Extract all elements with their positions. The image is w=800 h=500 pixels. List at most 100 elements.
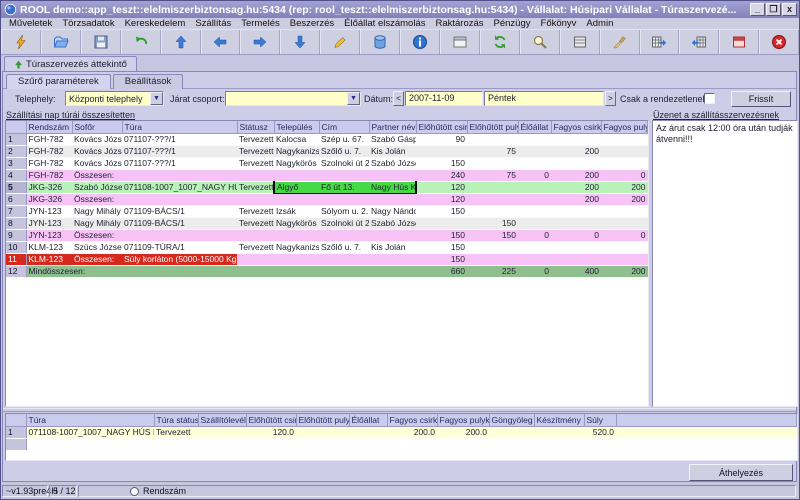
table-cell[interactable] (274, 229, 319, 241)
table-cell[interactable] (534, 438, 584, 450)
arrow-right-toolbar-button[interactable] (240, 30, 280, 54)
table-cell[interactable] (319, 265, 369, 277)
save-toolbar-button[interactable] (81, 30, 121, 54)
table-cell[interactable]: Összesen: (72, 253, 122, 265)
rendszam-radio[interactable] (130, 487, 139, 496)
table-row[interactable]: 1071108-1007_1007_NAGY HÚS KFT./1Terveze… (6, 426, 797, 438)
table-cell[interactable]: Tervezett (237, 145, 274, 157)
table-cell[interactable]: JYN-123 (26, 205, 72, 217)
table-cell[interactable]: 071109-TÚRA/1 (122, 241, 237, 253)
table-cell[interactable]: Súly korláton (5000-15000 Kg) kivül! (122, 253, 237, 265)
column-header[interactable] (6, 414, 26, 426)
table-cell[interactable]: 150 (416, 241, 467, 253)
table-cell[interactable]: 071107-???/1 (122, 145, 237, 157)
column-header[interactable]: Készítmény (534, 414, 584, 426)
table-cell[interactable] (518, 133, 551, 145)
chevron-down-icon[interactable]: ▼ (347, 92, 360, 105)
arrow-down-toolbar-button[interactable] (280, 30, 320, 54)
table-cell[interactable]: Összesen: (72, 193, 122, 205)
table-cell[interactable] (518, 217, 551, 229)
close-button[interactable]: x (782, 3, 797, 16)
table-cell[interactable]: Kis Jolán (369, 145, 416, 157)
table-cell[interactable]: 520.0 (584, 426, 616, 438)
table-row[interactable]: 11KLM-123Összesen:Súly korláton (5000-15… (6, 253, 648, 265)
table-row[interactable]: 6JKG-326Összesen:120200200 (6, 193, 648, 205)
table-cell[interactable] (489, 438, 534, 450)
splitter-handle[interactable] (3, 408, 796, 412)
column-header[interactable]: Élőállat (349, 414, 387, 426)
row-number[interactable]: 6 (6, 193, 26, 205)
column-header[interactable]: Fagyos pulyka (437, 414, 489, 426)
date-prev-button[interactable]: < (393, 91, 404, 106)
grid-toolbar-button[interactable] (560, 30, 600, 54)
table-cell[interactable] (198, 438, 246, 450)
table-cell[interactable]: Kis Jolán (369, 241, 416, 253)
table-row[interactable]: 2FGH-782Kovács József071107-???/1Terveze… (6, 145, 648, 157)
row-number[interactable]: 10 (6, 241, 26, 253)
column-header[interactable]: Előhűtött csirke (416, 121, 467, 133)
column-header[interactable]: Státusz (237, 121, 274, 133)
table-import-toolbar-button[interactable] (679, 30, 719, 54)
titlebar[interactable]: ROOL demo::app_teszt::elelmiszerbiztonsa… (1, 1, 799, 18)
undo-toolbar-button[interactable] (121, 30, 161, 54)
menu-item[interactable]: Szállítás (190, 18, 236, 29)
table-cell[interactable] (601, 253, 648, 265)
table-cell[interactable] (319, 193, 369, 205)
row-number[interactable]: 7 (6, 205, 26, 217)
table-cell[interactable]: Mindösszesen: (26, 265, 72, 277)
table-cell[interactable] (467, 193, 518, 205)
table-row[interactable]: 9JYN-123Összesen:150150000 (6, 229, 648, 241)
table-cell[interactable]: 200 (551, 169, 601, 181)
close-red-toolbar-button[interactable] (759, 30, 799, 54)
table-cell[interactable] (122, 229, 237, 241)
window-form-toolbar-button[interactable] (440, 30, 480, 54)
table-cell[interactable] (122, 193, 237, 205)
table-cell[interactable] (489, 426, 534, 438)
table-row[interactable]: 10KLM-123Szücs József071109-TÚRA/1Tervez… (6, 241, 648, 253)
column-header[interactable]: Túra (122, 121, 237, 133)
table-cell[interactable] (551, 205, 601, 217)
table-cell[interactable]: Nagykanizsa (274, 241, 319, 253)
row-number[interactable] (6, 438, 26, 450)
table-cell[interactable]: 071107-???/1 (122, 133, 237, 145)
column-header[interactable]: Rendszám (26, 121, 72, 133)
table-cell[interactable]: Nagy Nándor (369, 205, 416, 217)
table-cell[interactable]: 75 (467, 145, 518, 157)
table-cell[interactable] (518, 181, 551, 193)
table-cell[interactable]: Kovács József (72, 133, 122, 145)
column-header[interactable]: Cím (319, 121, 369, 133)
table-cell[interactable] (467, 157, 518, 169)
row-number[interactable]: 2 (6, 145, 26, 157)
table-cell[interactable]: 0 (518, 169, 551, 181)
table-cell[interactable]: 150 (467, 229, 518, 241)
table-cell[interactable]: 150 (467, 217, 518, 229)
arrow-up-toolbar-button[interactable] (161, 30, 201, 54)
table-cell[interactable] (534, 426, 584, 438)
column-header[interactable]: Fagyos csirke (387, 414, 437, 426)
table-cell[interactable]: 0 (601, 169, 648, 181)
table-cell[interactable] (518, 193, 551, 205)
table-cell[interactable] (601, 157, 648, 169)
table-cell[interactable]: 90 (416, 133, 467, 145)
column-header[interactable]: Túra státusz (154, 414, 198, 426)
table-cell[interactable]: Tervezett (237, 133, 274, 145)
table-cell[interactable]: 200 (601, 265, 648, 277)
table-row[interactable]: 5JKG-326Szabó József071108-1007_1007_NAG… (6, 181, 648, 193)
table-cell[interactable] (237, 253, 274, 265)
table-cell[interactable]: FGH-782 (26, 133, 72, 145)
open-folder-toolbar-button[interactable] (41, 30, 81, 54)
table-cell[interactable]: Tervezett (237, 217, 274, 229)
row-number[interactable]: 11 (6, 253, 26, 265)
table-cell[interactable] (467, 205, 518, 217)
table-cell[interactable] (616, 426, 797, 438)
table-cell[interactable]: JKG-326 (26, 181, 72, 193)
brush-toolbar-button[interactable] (600, 30, 640, 54)
table-export-toolbar-button[interactable] (640, 30, 680, 54)
table-cell[interactable]: 200.0 (437, 426, 489, 438)
table-cell[interactable] (274, 253, 319, 265)
column-header[interactable]: Előhűtött pulyka (467, 121, 518, 133)
table-cell[interactable] (369, 229, 416, 241)
refresh-button[interactable]: Frissít (731, 91, 791, 107)
table-cell[interactable]: 120 (416, 193, 467, 205)
table-cell[interactable]: KLM-123 (26, 241, 72, 253)
